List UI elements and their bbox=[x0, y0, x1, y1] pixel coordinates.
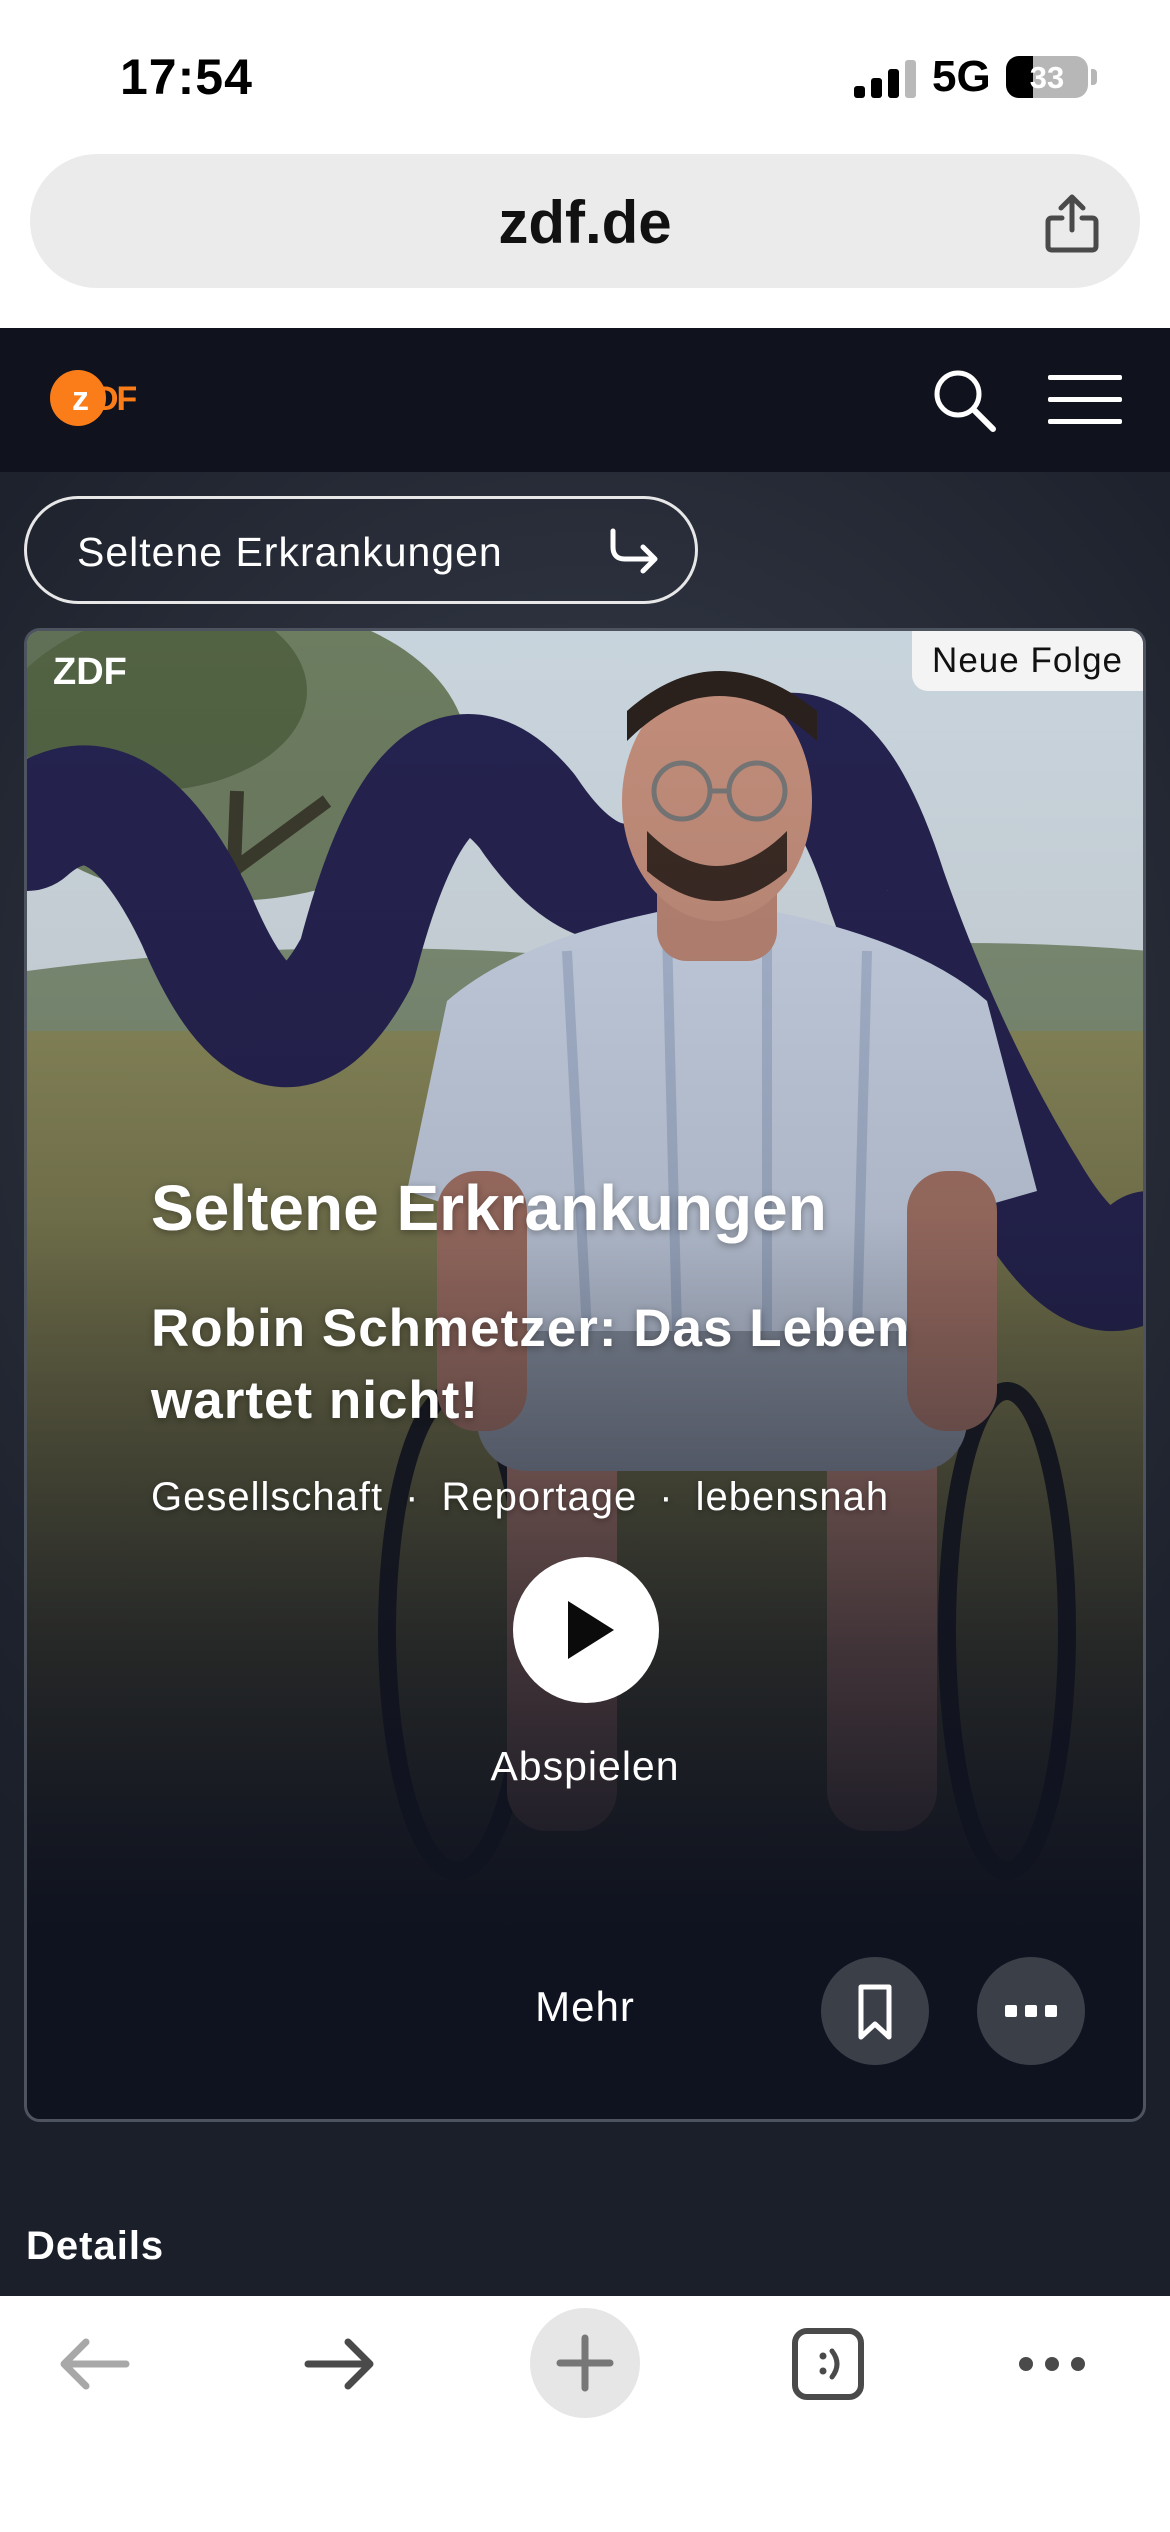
plus-icon bbox=[556, 2334, 614, 2392]
svg-text:z: z bbox=[72, 380, 88, 418]
new-tab-button[interactable] bbox=[530, 2308, 640, 2418]
back-arrow-icon[interactable] bbox=[56, 2334, 132, 2394]
bookmark-button[interactable] bbox=[821, 1957, 929, 2065]
channel-logo: ZDF bbox=[53, 651, 127, 693]
site-header: z DF bbox=[0, 328, 1170, 472]
browser-address-area: zdf.de bbox=[0, 150, 1170, 328]
search-icon[interactable] bbox=[930, 366, 998, 434]
status-time: 17:54 bbox=[120, 49, 253, 105]
more-options-button[interactable] bbox=[977, 1957, 1085, 2065]
hamburger-menu-icon[interactable] bbox=[1048, 372, 1122, 428]
tag-separator: · bbox=[405, 1475, 420, 1519]
genre-tag: lebensnah bbox=[695, 1475, 890, 1519]
play-icon bbox=[568, 1601, 614, 1659]
browser-toolbar bbox=[0, 2296, 1170, 2532]
topic-link-button[interactable]: Seltene Erkrankungen bbox=[24, 496, 698, 604]
address-bar[interactable]: zdf.de bbox=[30, 154, 1140, 288]
redirect-arrow-icon bbox=[610, 528, 658, 574]
show-title[interactable]: Seltene Erkrankungen bbox=[151, 1171, 827, 1245]
genre-tag: Gesellschaft bbox=[151, 1475, 384, 1519]
battery-tip bbox=[1091, 69, 1097, 85]
more-button[interactable]: Mehr bbox=[27, 1983, 1143, 2031]
play-label[interactable]: Abspielen bbox=[27, 1743, 1143, 1790]
topic-link-label: Seltene Erkrankungen bbox=[77, 529, 503, 575]
hero-teaser-card[interactable]: ZDF Neue Folge Seltene Erkrankungen Robi… bbox=[24, 628, 1146, 2122]
details-heading: Details bbox=[26, 2224, 165, 2268]
tabs-icon[interactable] bbox=[790, 2326, 866, 2402]
play-button[interactable] bbox=[513, 1557, 659, 1703]
ellipsis-icon[interactable] bbox=[1014, 2344, 1090, 2384]
hero-image bbox=[27, 631, 1143, 1931]
genre-tags: Gesellschaft · Reportage · lebensnah bbox=[151, 1475, 889, 1520]
signal-strength-icon bbox=[854, 60, 916, 98]
battery-level: 33 bbox=[1029, 60, 1065, 95]
share-icon[interactable] bbox=[1042, 192, 1102, 256]
zdf-logo[interactable]: z DF bbox=[50, 368, 160, 428]
status-bar: 17:54 5G 33 bbox=[0, 0, 1170, 150]
main-content: Seltene Erkrankungen ZDF Neue Folge Selt… bbox=[0, 472, 1170, 2296]
forward-arrow-icon[interactable] bbox=[302, 2334, 378, 2394]
battery-icon: 33 bbox=[1006, 56, 1088, 98]
genre-tag: Reportage bbox=[441, 1475, 638, 1519]
svg-text:DF: DF bbox=[94, 380, 137, 418]
tag-separator: · bbox=[659, 1475, 674, 1519]
bookmark-icon bbox=[858, 1984, 892, 2040]
url-text[interactable]: zdf.de bbox=[30, 188, 1140, 257]
more-options-icon bbox=[1005, 2005, 1057, 2017]
episode-title[interactable]: Robin Schmetzer: Das Leben wartet nicht! bbox=[151, 1293, 1051, 1437]
new-episode-badge: Neue Folge bbox=[912, 631, 1143, 691]
network-type: 5G bbox=[932, 52, 991, 101]
